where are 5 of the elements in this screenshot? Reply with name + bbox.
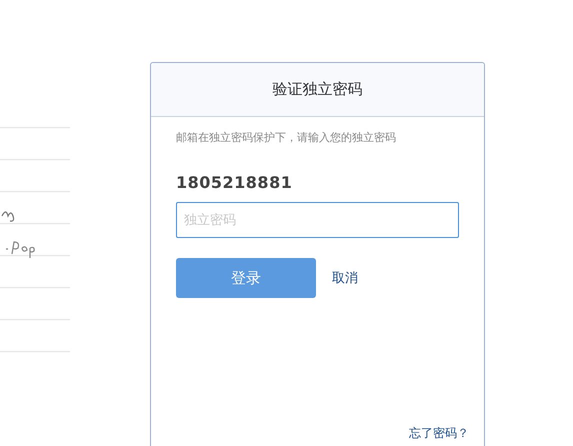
cancel-link[interactable]: 取消 [332, 269, 358, 287]
hint-text: 邮箱在独立密码保护下，请输入您的独立密码 [176, 130, 397, 145]
dialog-title: 验证独立密码 [272, 80, 362, 99]
account-number: 1805218881 [176, 173, 294, 192]
forgot-password-link[interactable]: 忘了密码？ [409, 425, 469, 442]
